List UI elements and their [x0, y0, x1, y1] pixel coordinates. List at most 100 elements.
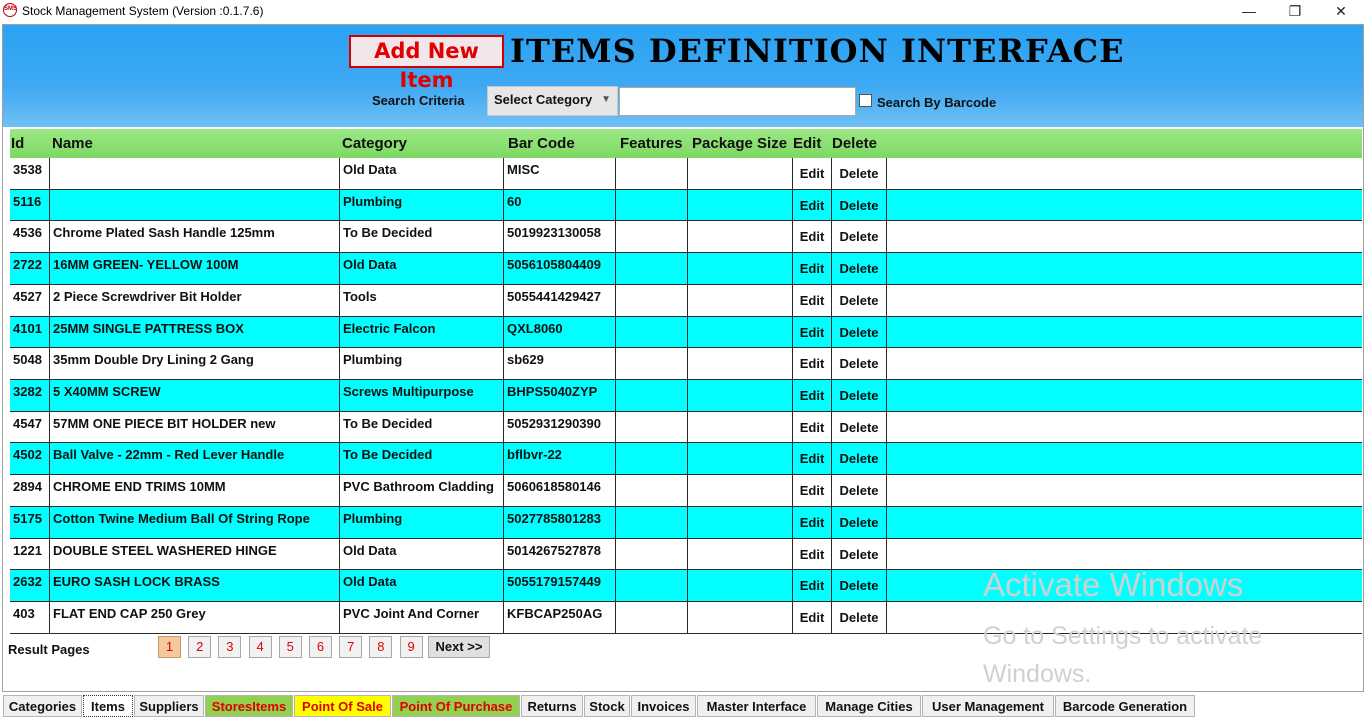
table-row[interactable]: 4527 2 Piece Screwdriver Bit Holder Tools 5… [10, 284, 1362, 317]
column-header-bar-code[interactable]: Bar Code [508, 135, 575, 152]
cell-category: Old Data [340, 158, 504, 189]
page-9-button[interactable]: 9 [399, 636, 423, 658]
page-4-button[interactable]: 4 [248, 636, 272, 658]
edit-button[interactable]: Edit [793, 284, 832, 316]
table-row[interactable]: 4101 25MM SINGLE PATTRESS BOX Electric Fal… [10, 316, 1362, 349]
close-button[interactable]: ✕ [1318, 0, 1364, 24]
restore-button[interactable]: ❐ [1272, 0, 1318, 24]
column-header-delete[interactable]: Delete [832, 135, 877, 152]
column-header-id[interactable]: Id [11, 135, 24, 152]
cell-barcode: 5055441429427 [504, 284, 616, 316]
column-header-features[interactable]: Features [620, 135, 683, 152]
tab-master-interface[interactable]: Master Interface [697, 695, 816, 717]
column-header-edit[interactable]: Edit [793, 135, 821, 152]
cell-id: 2632 [10, 570, 50, 602]
cell-package-size [688, 348, 793, 380]
delete-button[interactable]: Delete [832, 538, 887, 570]
delete-button[interactable]: Delete [832, 316, 887, 348]
delete-button[interactable]: Delete [832, 380, 887, 411]
page-2-button[interactable]: 2 [188, 636, 212, 658]
table-row[interactable]: 2894 CHROME END TRIMS 10MM PVC Bathroom Cl… [10, 475, 1362, 507]
page-5-button[interactable]: 5 [278, 636, 302, 658]
tab-point-of-sale[interactable]: Point Of Sale [294, 695, 391, 717]
table-row[interactable]: 4502 Ball Valve - 22mm - Red Lever Handle… [10, 443, 1362, 476]
edit-button[interactable]: Edit [793, 348, 832, 380]
page-3-button[interactable]: 3 [218, 636, 242, 658]
table-row[interactable]: 4536 Chrome Plated Sash Handle 125mm To B… [10, 221, 1362, 254]
app-icon: SMS [3, 3, 17, 17]
search-input[interactable] [619, 87, 856, 116]
tab-categories[interactable]: Categories [3, 695, 82, 717]
tab-invoices[interactable]: Invoices [631, 695, 696, 717]
column-header-category[interactable]: Category [342, 135, 407, 152]
table-row[interactable]: 5048 35mm Double Dry Lining 2 Gang Plumbin… [10, 348, 1362, 381]
delete-button[interactable]: Delete [832, 411, 887, 443]
table-row[interactable]: 5116 Plumbing 60 Edit Delete [10, 189, 1362, 222]
next-page-button[interactable]: Next >> [428, 636, 490, 658]
edit-button[interactable]: Edit [793, 380, 832, 411]
edit-button[interactable]: Edit [793, 538, 832, 570]
cell-category: To Be Decided [340, 443, 504, 475]
cell-barcode: sb629 [504, 348, 616, 380]
table-row[interactable]: 5175 Cotton Twine Medium Ball Of String R… [10, 506, 1362, 539]
cell-barcode: 5014267527878 [504, 538, 616, 570]
minimize-button[interactable]: — [1226, 0, 1272, 24]
cell-name: 25MM SINGLE PATTRESS BOX [50, 316, 340, 348]
cell-package-size [688, 538, 793, 570]
delete-button[interactable]: Delete [832, 189, 887, 221]
edit-button[interactable]: Edit [793, 443, 832, 475]
search-by-barcode-checkbox[interactable] [859, 94, 872, 107]
delete-button[interactable]: Delete [832, 443, 887, 475]
tab-barcode-generation[interactable]: Barcode Generation [1055, 695, 1195, 717]
table-row[interactable]: 2722 16MM GREEN- YELLOW 100M Old Data 50561… [10, 253, 1362, 285]
category-select-value: Select Category [494, 92, 593, 107]
tab-items[interactable]: Items [83, 695, 133, 717]
tab-returns[interactable]: Returns [521, 695, 583, 717]
delete-button[interactable]: Delete [832, 221, 887, 253]
cell-id: 403 [10, 602, 50, 633]
page-1-button[interactable]: 1 [158, 636, 181, 658]
tab-point-of-purchase[interactable]: Point Of Purchase [392, 695, 520, 717]
category-select[interactable]: Select Category ▼ [487, 86, 618, 116]
cell-category: Old Data [340, 253, 504, 284]
table-row[interactable]: 3538 Old Data MISC Edit Delete [10, 158, 1362, 190]
delete-button[interactable]: Delete [832, 475, 887, 506]
edit-button[interactable]: Edit [793, 411, 832, 443]
cell-features [616, 380, 688, 411]
table-row[interactable]: 3282 5 X40MM SCREW Screws Multipurpose BHPS… [10, 380, 1362, 412]
delete-button[interactable]: Delete [832, 284, 887, 316]
edit-button[interactable]: Edit [793, 316, 832, 348]
page-7-button[interactable]: 7 [339, 636, 363, 658]
edit-button[interactable]: Edit [793, 189, 832, 221]
cell-barcode: BHPS5040ZYP [504, 380, 616, 411]
tab-storesitems[interactable]: StoresItems [205, 695, 293, 717]
edit-button[interactable]: Edit [793, 253, 832, 284]
delete-button[interactable]: Delete [832, 158, 887, 189]
column-header-name[interactable]: Name [52, 135, 93, 152]
tab-manage-cities[interactable]: Manage Cities [817, 695, 921, 717]
table-row[interactable]: 4547 57MM ONE PIECE BIT HOLDER new To Be D… [10, 411, 1362, 444]
delete-button[interactable]: Delete [832, 253, 887, 284]
tab-user-management[interactable]: User Management [922, 695, 1054, 717]
column-header-package-size[interactable]: Package Size [692, 135, 787, 152]
tab-stock[interactable]: Stock [584, 695, 630, 717]
cell-id: 2894 [10, 475, 50, 506]
page-6-button[interactable]: 6 [309, 636, 332, 658]
cell-name: 57MM ONE PIECE BIT HOLDER new [50, 411, 340, 443]
page-8-button[interactable]: 8 [369, 636, 393, 658]
edit-button[interactable]: Edit [793, 475, 832, 506]
cell-barcode: 5060618580146 [504, 475, 616, 506]
edit-button[interactable]: Edit [793, 570, 832, 602]
cell-package-size [688, 411, 793, 443]
delete-button[interactable]: Delete [832, 570, 887, 602]
delete-button[interactable]: Delete [832, 348, 887, 380]
edit-button[interactable]: Edit [793, 506, 832, 538]
delete-button[interactable]: Delete [832, 506, 887, 538]
delete-button[interactable]: Delete [832, 602, 887, 633]
edit-button[interactable]: Edit [793, 221, 832, 253]
add-new-item-button[interactable]: Add New Item [349, 35, 504, 92]
edit-button[interactable]: Edit [793, 602, 832, 633]
edit-button[interactable]: Edit [793, 158, 832, 189]
tab-suppliers[interactable]: Suppliers [134, 695, 204, 717]
cell-features [616, 602, 688, 633]
